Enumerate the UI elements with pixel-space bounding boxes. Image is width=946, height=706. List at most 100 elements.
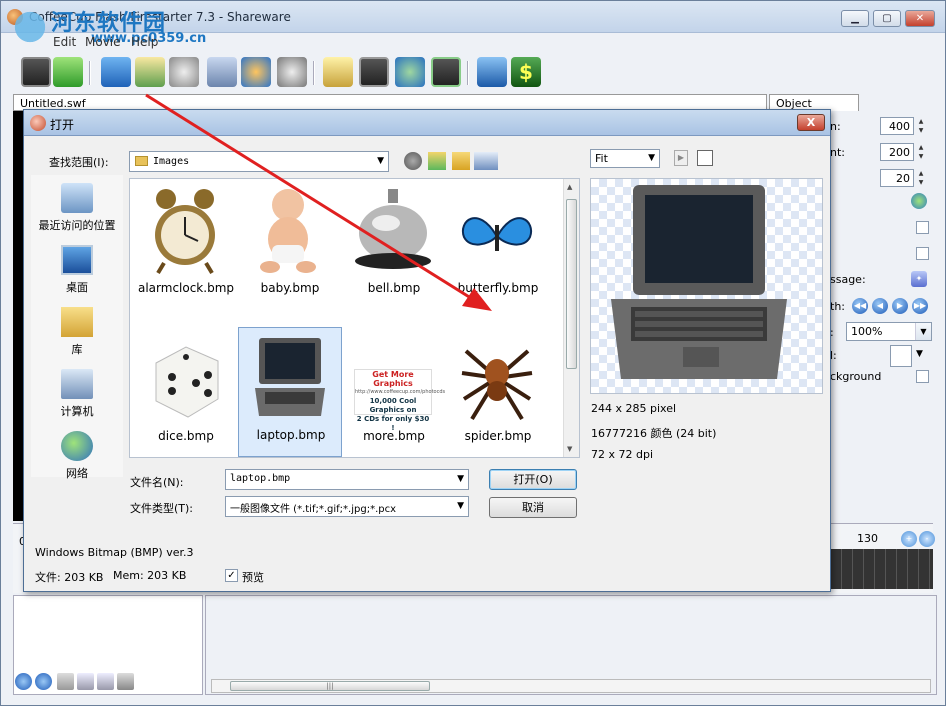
file-item[interactable]: bell.bmp <box>342 181 446 311</box>
file-item[interactable]: butterfly.bmp <box>446 181 550 311</box>
prop-height-spinner[interactable]: ▲ ▼ <box>916 143 926 161</box>
scrollbar-thumb[interactable]: ||| <box>230 681 430 691</box>
move-up-icon[interactable] <box>15 673 32 690</box>
timeline-frames[interactable] <box>831 549 933 589</box>
scroll-up-icon[interactable]: ▲ <box>567 183 572 191</box>
prop-checkbox-2[interactable] <box>916 247 929 260</box>
image-colors: 16777216 颜色 (24 bit) <box>591 427 717 440</box>
place-library-label: 库 <box>71 343 83 356</box>
preview-checkbox[interactable]: ✓ <box>225 569 238 582</box>
play-preview-icon[interactable]: ▶ <box>674 150 688 166</box>
file-item-selected[interactable]: laptop.bmp <box>238 327 342 457</box>
copy-icon[interactable] <box>77 673 94 690</box>
view-menu-icon[interactable] <box>474 152 498 170</box>
zoom-preview-icon[interactable] <box>697 150 713 166</box>
delete-icon[interactable] <box>277 57 307 87</box>
ad-line3: 10,000 Cool Graphics on <box>369 397 417 414</box>
buy-dollar-icon[interactable]: $ <box>511 57 541 87</box>
dialog-app-icon <box>30 115 46 131</box>
preview-label: 预览 <box>242 571 264 584</box>
new-movie-icon[interactable] <box>21 57 51 87</box>
file-item[interactable]: dice.bmp <box>134 329 238 459</box>
shape-tool-icon[interactable] <box>241 57 271 87</box>
place-recent[interactable]: 最近访问的位置 <box>31 183 123 233</box>
zoom-in-icon[interactable]: + <box>901 531 917 547</box>
open-file-dialog: 打开 X 查找范围(I): Images ▼ 最近访问的位置 桌面 库 计算机 … <box>23 109 831 592</box>
menu-help[interactable]: Help <box>131 35 158 49</box>
fit-select[interactable]: Fit ▼ <box>590 149 660 168</box>
minimize-button[interactable]: ▁ <box>841 10 869 27</box>
maximize-button[interactable]: ▢ <box>873 10 901 27</box>
place-computer[interactable]: 计算机 <box>31 369 123 419</box>
open-button[interactable]: 打开(O) <box>489 469 577 490</box>
text-tool-icon[interactable] <box>101 57 131 87</box>
paste-icon[interactable] <box>97 673 114 690</box>
alarm-clock-icon <box>155 189 215 275</box>
new-folder-icon[interactable] <box>452 152 470 170</box>
prop-width-label: n: <box>830 120 841 133</box>
trash-icon[interactable] <box>117 673 134 690</box>
prop-height-label: nt: <box>830 146 845 159</box>
file-item[interactable]: Get More Graphics http://www.coffeecup.c… <box>342 329 446 459</box>
message-edit-icon[interactable]: ✦ <box>911 271 927 287</box>
cut-icon[interactable] <box>57 673 74 690</box>
image-tool-icon[interactable] <box>135 57 165 87</box>
prop-background-checkbox[interactable] <box>916 370 929 383</box>
horizontal-scrollbar[interactable]: ||| <box>211 679 931 693</box>
prop-fps-spinner[interactable]: ▲ ▼ <box>916 169 926 187</box>
upload-icon[interactable] <box>477 57 507 87</box>
back-icon[interactable] <box>404 152 422 170</box>
open-icon[interactable] <box>53 57 83 87</box>
look-in-select[interactable]: Images ▼ <box>129 151 389 172</box>
up-folder-icon[interactable] <box>428 152 446 170</box>
file-list[interactable]: alarmclock.bmp baby.bmp bell.bmp butterf… <box>129 178 580 458</box>
menu-edit[interactable]: Edit <box>53 35 76 49</box>
move-down-icon[interactable] <box>35 673 52 690</box>
next-icon[interactable]: ▶ <box>892 298 908 314</box>
publish-web-icon[interactable] <box>395 57 425 87</box>
bell-icon <box>355 189 431 269</box>
prev-icon[interactable]: ◀ <box>872 298 888 314</box>
color-swatch[interactable] <box>890 345 912 367</box>
prop-height-input[interactable]: 200 <box>880 143 914 161</box>
menu-movie[interactable]: Movie <box>85 35 121 49</box>
scroll-down-icon[interactable]: ▼ <box>567 445 572 453</box>
file-item[interactable]: baby.bmp <box>238 181 342 311</box>
look-in-value: Images <box>153 156 190 167</box>
close-button[interactable]: ✕ <box>905 10 935 27</box>
file-item[interactable]: alarmclock.bmp <box>134 181 238 311</box>
file-list-scrollbar[interactable]: ▲ ▼ <box>563 179 579 457</box>
play-icon[interactable] <box>431 57 461 87</box>
place-desktop[interactable]: 桌面 <box>31 245 123 295</box>
scrollbar-thumb[interactable] <box>566 199 577 369</box>
effects-wand-icon[interactable] <box>323 57 353 87</box>
cancel-button[interactable]: 取消 <box>489 497 577 518</box>
place-network[interactable]: 网络 <box>31 431 123 481</box>
file-name: more.bmp <box>363 429 425 443</box>
file-item[interactable]: spider.bmp <box>446 329 550 459</box>
sound-icon[interactable] <box>169 57 199 87</box>
chevron-down-icon: ▼ <box>915 323 931 340</box>
last-icon[interactable]: ▶▶ <box>912 298 928 314</box>
dialog-close-button[interactable]: X <box>797 114 825 131</box>
zoom-select[interactable]: 100% ▼ <box>846 322 932 341</box>
globe-icon[interactable] <box>911 193 927 209</box>
first-icon[interactable]: ◀◀ <box>852 298 868 314</box>
place-computer-label: 计算机 <box>60 405 94 418</box>
place-library[interactable]: 库 <box>31 307 123 357</box>
zoom-out-icon[interactable]: - <box>919 531 935 547</box>
filetype-select[interactable]: 一般图像文件 (*.tif;*.gif;*.jpg;*.pcx ▼ <box>225 496 469 517</box>
color-dropdown-icon[interactable]: ▼ <box>916 349 923 359</box>
preview-icon[interactable] <box>359 57 389 87</box>
prop-width-spinner[interactable]: ▲ ▼ <box>916 117 926 135</box>
desktop-icon <box>61 245 93 275</box>
menu-bar: Edit Movie Help <box>1 33 945 53</box>
laptop-preview-icon <box>611 185 787 379</box>
filename-input[interactable]: laptop.bmp ▼ <box>225 469 469 490</box>
prop-color-label: l: <box>830 349 837 362</box>
prop-fps-input[interactable]: 20 <box>880 169 914 187</box>
select-tool-icon[interactable] <box>207 57 237 87</box>
prop-width-input[interactable]: 400 <box>880 117 914 135</box>
prop-checkbox-1[interactable] <box>916 221 929 234</box>
spider-icon <box>461 349 533 421</box>
